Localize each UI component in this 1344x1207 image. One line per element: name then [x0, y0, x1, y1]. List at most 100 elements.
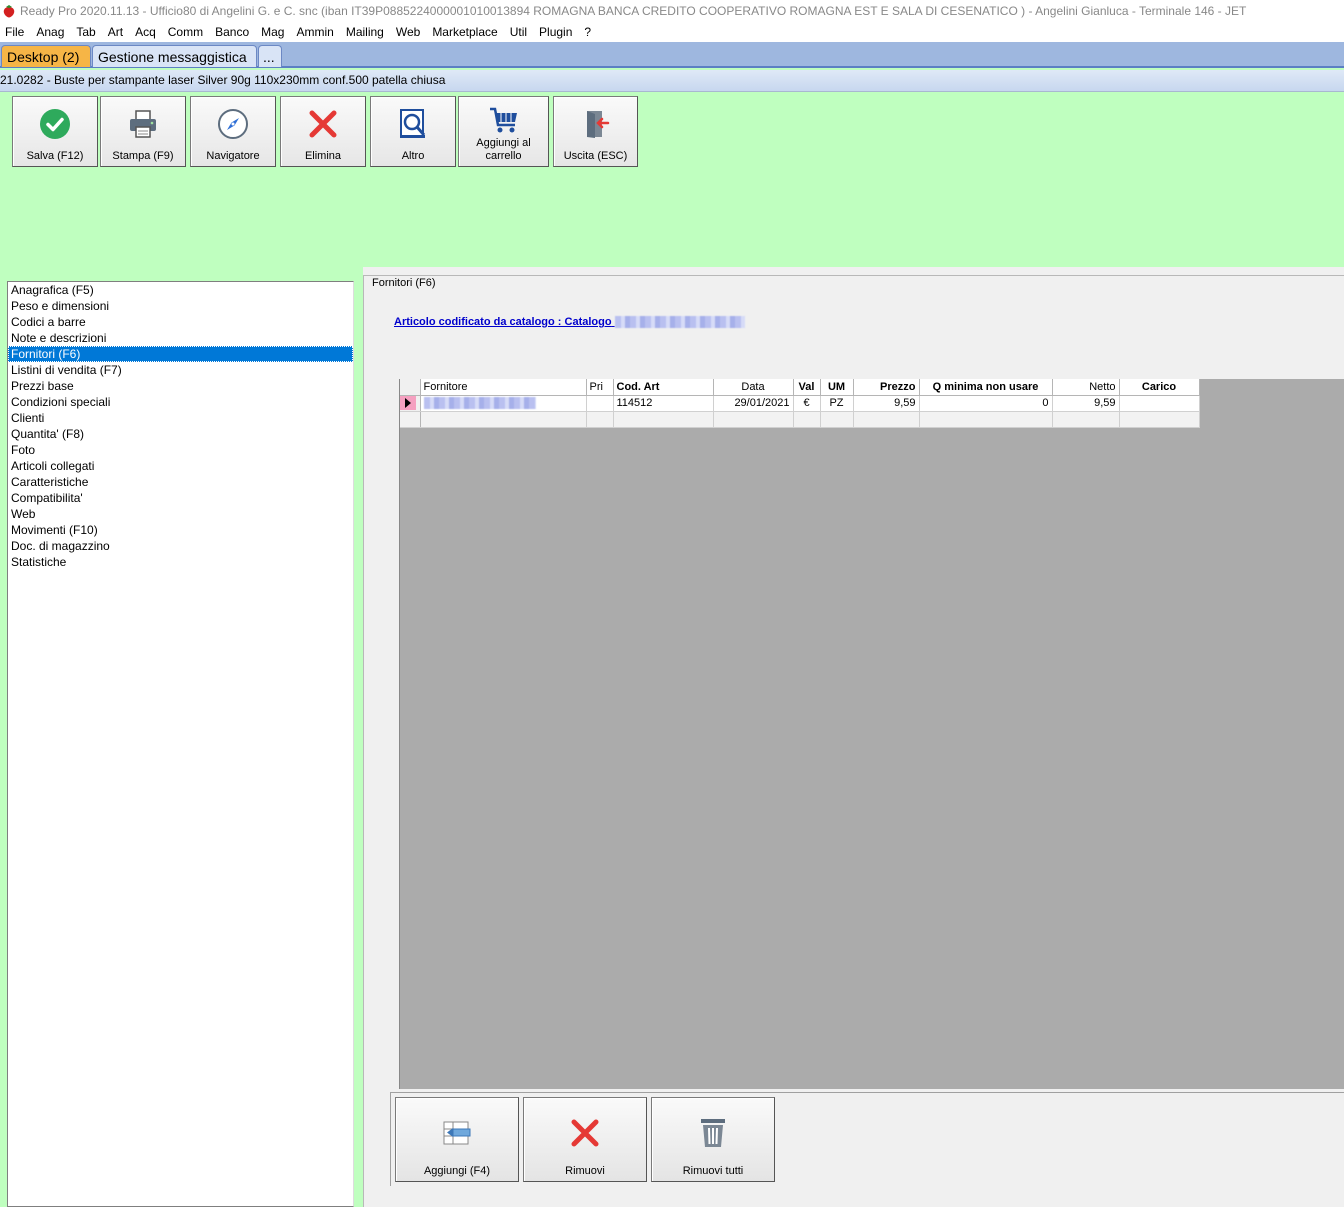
menu-mailing[interactable]: Mailing — [340, 22, 390, 42]
more-button-label: Altro — [401, 150, 425, 162]
trash-icon — [701, 1119, 725, 1147]
cell-prezzo[interactable]: 9,59 — [853, 395, 920, 412]
printer-icon — [130, 110, 156, 138]
menu-help[interactable]: ? — [578, 22, 597, 42]
print-button[interactable]: Stampa (F9) — [100, 96, 186, 167]
remove-button-label: Rimuovi — [565, 1165, 605, 1177]
menu-marketplace[interactable]: Marketplace — [426, 22, 503, 42]
col-header-prezzo[interactable]: Prezzo — [853, 379, 920, 396]
cell-pri[interactable] — [586, 395, 614, 412]
section-item-note-descrizioni[interactable]: Note e descrizioni — [8, 330, 353, 346]
menu-banco[interactable]: Banco — [209, 22, 255, 42]
section-item-fornitori[interactable]: Fornitori (F6) — [8, 346, 353, 362]
cell-netto[interactable]: 9,59 — [1052, 395, 1120, 412]
print-button-label: Stampa (F9) — [112, 150, 174, 162]
col-header-val[interactable]: Val — [793, 379, 821, 396]
delete-button[interactable]: Elimina — [280, 96, 366, 167]
menu-plugin[interactable]: Plugin — [533, 22, 578, 42]
navigator-button[interactable]: Navigatore — [190, 96, 276, 167]
table-row[interactable]: 114512 29/01/2021 € PZ 9,59 0 9,59 — [400, 395, 1200, 412]
section-item-codici-barre[interactable]: Codici a barre — [8, 314, 353, 330]
section-item-caratteristiche[interactable]: Caratteristiche — [8, 474, 353, 490]
menu-util[interactable]: Util — [504, 22, 533, 42]
navigator-button-label: Navigatore — [206, 150, 260, 162]
new-row-cell[interactable] — [613, 411, 714, 428]
suppliers-groupbox: Fornitori (F6) Articolo codificato da ca… — [363, 275, 1344, 1207]
section-item-statistiche[interactable]: Statistiche — [8, 554, 353, 570]
more-button[interactable]: Altro — [370, 96, 456, 167]
menu-comm[interactable]: Comm — [162, 22, 209, 42]
delete-x-icon — [309, 110, 337, 138]
current-row-arrow-icon — [405, 398, 411, 408]
section-list: Anagrafica (F5) Peso e dimensioni Codici… — [7, 281, 354, 1207]
new-row-cell[interactable] — [713, 411, 794, 428]
menu-anag[interactable]: Anag — [30, 22, 70, 42]
section-item-compatibilita[interactable]: Compatibilita' — [8, 490, 353, 506]
col-header-cod-art[interactable]: Cod. Art — [613, 379, 714, 396]
cell-data[interactable]: 29/01/2021 — [713, 395, 794, 412]
remove-all-button[interactable]: Rimuovi tutti — [651, 1097, 775, 1182]
col-header-pri[interactable]: Pri — [586, 379, 614, 396]
catalog-link[interactable]: Articolo codificato da catalogo : Catalo… — [394, 316, 745, 329]
section-item-clienti[interactable]: Clienti — [8, 410, 353, 426]
menu-mag[interactable]: Mag — [255, 22, 290, 42]
menu-web[interactable]: Web — [390, 22, 426, 42]
new-row-cell[interactable] — [586, 411, 614, 428]
col-header-q-minima[interactable]: Q minima non usare — [919, 379, 1053, 396]
title-bar: Ready Pro 2020.11.13 - Ufficio80 di Ange… — [0, 0, 1344, 22]
add-row-icon — [443, 1121, 471, 1145]
col-header-netto[interactable]: Netto — [1052, 379, 1120, 396]
col-header-um[interactable]: UM — [820, 379, 854, 396]
menu-ammin[interactable]: Ammin — [290, 22, 339, 42]
menu-acq[interactable]: Acq — [129, 22, 162, 42]
compass-icon — [218, 109, 248, 139]
document-tab-strip: Desktop (2) Gestione messaggistica ... — [0, 42, 1344, 68]
remove-button[interactable]: Rimuovi — [523, 1097, 647, 1182]
menu-art[interactable]: Art — [102, 22, 129, 42]
cell-fornitore[interactable] — [420, 395, 587, 412]
section-item-movimenti[interactable]: Movimenti (F10) — [8, 522, 353, 538]
col-header-data[interactable]: Data — [713, 379, 794, 396]
section-item-condizioni-speciali[interactable]: Condizioni speciali — [8, 394, 353, 410]
cell-val[interactable]: € — [793, 395, 821, 412]
catalog-link-text: Articolo codificato da catalogo : Catalo… — [394, 316, 612, 328]
cell-q-minima[interactable]: 0 — [919, 395, 1053, 412]
new-row-indicator — [400, 411, 421, 428]
cell-carico[interactable] — [1119, 395, 1200, 412]
menu-file[interactable]: File — [0, 22, 30, 42]
section-item-listini-vendita[interactable]: Listini di vendita (F7) — [8, 362, 353, 378]
section-item-foto[interactable]: Foto — [8, 442, 353, 458]
exit-button-label: Uscita (ESC) — [563, 150, 628, 162]
col-header-fornitore[interactable]: Fornitore — [420, 379, 587, 396]
tab-more[interactable]: ... — [258, 45, 282, 67]
new-row-cell[interactable] — [919, 411, 1053, 428]
section-item-peso-dimensioni[interactable]: Peso e dimensioni — [8, 298, 353, 314]
col-header-carico[interactable]: Carico — [1119, 379, 1200, 396]
exit-button[interactable]: Uscita (ESC) — [553, 96, 638, 167]
suppliers-grid: Fornitore Pri Cod. Art Data Val UM Prezz… — [399, 379, 1344, 1089]
save-button[interactable]: Salva (F12) — [12, 96, 98, 167]
section-item-quantita[interactable]: Quantita' (F8) — [8, 426, 353, 442]
window-title: Ready Pro 2020.11.13 - Ufficio80 di Ange… — [20, 4, 1247, 18]
delete-button-label: Elimina — [304, 150, 342, 162]
section-item-prezzi-base[interactable]: Prezzi base — [8, 378, 353, 394]
add-to-cart-button-label: Aggiungi al carrello — [476, 137, 531, 162]
section-item-anagrafica[interactable]: Anagrafica (F5) — [8, 282, 353, 298]
new-row-cell[interactable] — [420, 411, 587, 428]
add-to-cart-button[interactable]: Aggiungi al carrello — [458, 96, 549, 167]
new-row-cell[interactable] — [853, 411, 920, 428]
new-row[interactable] — [400, 411, 1200, 428]
section-item-doc-magazzino[interactable]: Doc. di magazzino — [8, 538, 353, 554]
new-row-cell[interactable] — [1052, 411, 1120, 428]
add-supplier-button[interactable]: Aggiungi (F4) — [395, 1097, 519, 1182]
cell-um[interactable]: PZ — [820, 395, 854, 412]
section-item-articoli-collegati[interactable]: Articoli collegati — [8, 458, 353, 474]
tab-gestione-messaggistica[interactable]: Gestione messaggistica — [92, 45, 257, 67]
section-item-web[interactable]: Web — [8, 506, 353, 522]
menu-tab[interactable]: Tab — [70, 22, 101, 42]
cell-cod-art[interactable]: 114512 — [613, 395, 714, 412]
new-row-cell[interactable] — [793, 411, 821, 428]
tab-desktop[interactable]: Desktop (2) — [1, 45, 91, 67]
new-row-cell[interactable] — [820, 411, 854, 428]
new-row-cell[interactable] — [1119, 411, 1200, 428]
